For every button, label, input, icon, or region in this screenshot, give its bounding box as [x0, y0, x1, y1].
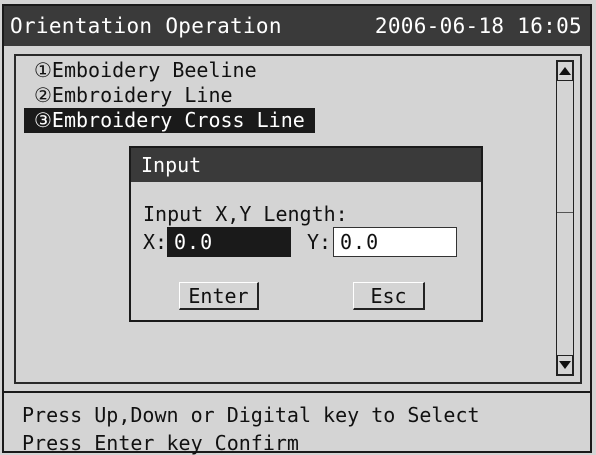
datetime: 2006-06-18 16:05	[374, 14, 582, 38]
x-input[interactable]: 0.0	[167, 227, 291, 257]
input-dialog: Input Input X,Y Length: X: 0.0 Y: 0.0 En…	[129, 146, 483, 322]
y-input[interactable]: 0.0	[333, 227, 457, 257]
arrow-down-icon	[559, 361, 571, 369]
scroll-thumb[interactable]	[557, 83, 573, 213]
dialog-title: Input	[131, 148, 481, 182]
scroll-up-button[interactable]	[557, 61, 573, 81]
window-title: Orientation Operation	[10, 14, 282, 38]
scrollbar[interactable]	[556, 60, 574, 376]
status-bar: Press Up,Down or Digital key to Select P…	[4, 391, 590, 455]
enter-button[interactable]: Enter	[179, 282, 259, 310]
arrow-up-icon	[559, 67, 571, 75]
screen: Orientation Operation 2006-06-18 16:05 ①…	[2, 4, 592, 455]
title-bar: Orientation Operation 2006-06-18 16:05	[4, 6, 590, 46]
scroll-down-button[interactable]	[557, 355, 573, 375]
list-item-line[interactable]: ②Embroidery Line	[24, 83, 243, 108]
x-label: X:	[143, 230, 168, 254]
menu-list: ①Emboidery Beeline ②Embroidery Line ③Emb…	[24, 58, 315, 133]
list-item-cross-line[interactable]: ③Embroidery Cross Line	[24, 108, 315, 133]
dialog-prompt: Input X,Y Length:	[143, 202, 348, 226]
y-label: Y:	[307, 230, 332, 254]
esc-button[interactable]: Esc	[353, 282, 425, 310]
status-hint-select: Press Up,Down or Digital key to Select	[22, 403, 480, 427]
list-item-beeline[interactable]: ①Emboidery Beeline	[24, 58, 267, 83]
status-hint-confirm: Press Enter key Confirm	[22, 431, 299, 455]
